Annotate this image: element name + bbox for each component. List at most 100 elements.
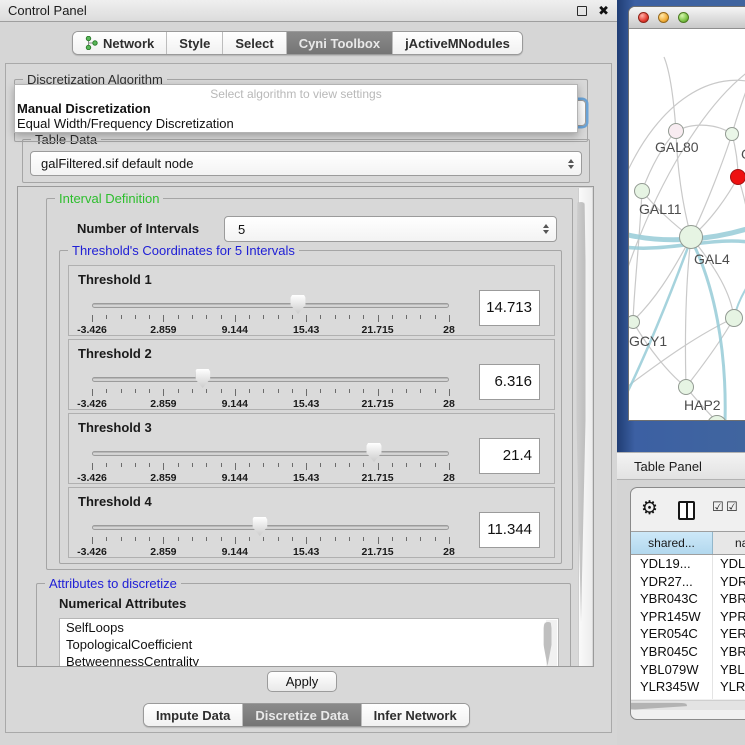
- cell-name: YIL0: [713, 696, 745, 699]
- close-traffic-light-icon[interactable]: [638, 12, 649, 23]
- float-icon[interactable]: [577, 6, 587, 16]
- mode-tab-infer-network[interactable]: Infer Network: [362, 704, 469, 726]
- tick-mark: [192, 463, 193, 467]
- tick-mark: [206, 315, 207, 319]
- cell-shared-name: YDL19...: [631, 555, 713, 573]
- settings-gear-icon[interactable]: ⚙: [641, 497, 658, 520]
- zoom-traffic-light-icon[interactable]: [678, 12, 689, 23]
- slider-thumb[interactable]: [367, 443, 382, 462]
- table-row[interactable]: YER054CYER0: [631, 625, 745, 643]
- attribute-list-item[interactable]: TopologicalCoefficient: [60, 636, 558, 653]
- slider-track[interactable]: [92, 377, 449, 382]
- mode-tab-discretize-data[interactable]: Discretize Data: [243, 704, 361, 726]
- tick-mark: [392, 537, 393, 541]
- network-node-ga[interactable]: [725, 127, 739, 141]
- tick-mark: [349, 463, 350, 467]
- tick-mark: [306, 463, 307, 470]
- split-column-icon[interactable]: [678, 501, 695, 520]
- table-rows: YDL19...YDL1YDR27...YDR2YBR043CYBR0YPR14…: [631, 555, 745, 699]
- tick-mark: [392, 389, 393, 393]
- apply-button[interactable]: Apply: [267, 671, 337, 692]
- threshold-slider[interactable]: -3.4262.8599.14415.4321.71528: [92, 294, 449, 336]
- slider-thumb[interactable]: [252, 517, 267, 536]
- tick-mark: [435, 389, 436, 393]
- dropdown-item-equal-width-frequency[interactable]: Equal Width/Frequency Discretization: [15, 116, 577, 131]
- minimize-traffic-light-icon[interactable]: [658, 12, 669, 23]
- tick-mark: [106, 389, 107, 393]
- number-of-intervals-select[interactable]: 5: [224, 216, 557, 242]
- attributes-scrollbar[interactable]: [546, 620, 557, 667]
- network-node-gal4[interactable]: [679, 225, 703, 249]
- column-header-shared-name[interactable]: shared...: [631, 532, 713, 554]
- checkbox-icon[interactable]: ☑: [712, 499, 724, 515]
- attributes-group: Attributes to discretize Numerical Attri…: [36, 583, 571, 667]
- slider-track[interactable]: [92, 451, 449, 456]
- attribute-list-item[interactable]: BetweennessCentrality: [60, 653, 558, 667]
- table-row[interactable]: YDL19...YDL1: [631, 555, 745, 573]
- node-label: GA: [741, 146, 745, 162]
- table-row[interactable]: YDR27...YDR2: [631, 573, 745, 591]
- column-header-name[interactable]: na: [713, 532, 745, 554]
- slider-track[interactable]: [92, 525, 449, 530]
- mode-tab-impute-data[interactable]: Impute Data: [144, 704, 243, 726]
- table-data-select[interactable]: galFiltered.sif default node: [30, 151, 582, 176]
- table-row[interactable]: YIL052CYIL0: [631, 696, 745, 699]
- tab-select[interactable]: Select: [223, 32, 286, 54]
- table-row[interactable]: YPR145WYPR1: [631, 608, 745, 626]
- threshold-slider[interactable]: -3.4262.8599.14415.4321.71528: [92, 368, 449, 410]
- table-row[interactable]: YLR345WYLR3: [631, 678, 745, 696]
- slider-thumb[interactable]: [195, 369, 210, 388]
- checkbox-icon[interactable]: ☑: [726, 499, 738, 515]
- network-node-gal11[interactable]: [634, 183, 650, 199]
- tick-mark: [406, 389, 407, 393]
- network-node-hap2[interactable]: [678, 379, 694, 395]
- tick-label: 2.859: [150, 324, 176, 336]
- threshold-label: Threshold 2: [78, 346, 152, 361]
- table-row[interactable]: YBL079WYBL0: [631, 661, 745, 679]
- threshold-value-field[interactable]: 14.713: [479, 290, 540, 326]
- tick-mark: [178, 537, 179, 541]
- tab-jactivemnodules[interactable]: jActiveMNodules: [393, 32, 522, 54]
- tick-mark: [306, 537, 307, 544]
- tab-style[interactable]: Style: [167, 32, 223, 54]
- cell-name: YDL1: [713, 555, 745, 573]
- tab-label: Style: [179, 36, 210, 51]
- tick-mark: [263, 389, 264, 393]
- slider-thumb[interactable]: [291, 295, 306, 314]
- tick-label: -3.426: [77, 472, 107, 484]
- dropdown-item-manual-discretization[interactable]: Manual Discretization: [15, 101, 577, 116]
- network-canvas[interactable]: GAL80GACGAL11GAL4GCY1HHAP2: [629, 29, 745, 421]
- numerical-attributes-label: Numerical Attributes: [59, 596, 186, 611]
- network-node-h[interactable]: [725, 309, 743, 327]
- table-row[interactable]: YBR043CYBR0: [631, 590, 745, 608]
- threshold-panel-2: Threshold 2 -3.4262.8599.14415.4321.71528…: [68, 339, 555, 410]
- table-horizontal-scrollbar[interactable]: [631, 700, 745, 710]
- tick-mark: [335, 463, 336, 467]
- threshold-value-field[interactable]: 11.344: [479, 512, 540, 548]
- threshold-slider[interactable]: -3.4262.8599.14415.4321.71528: [92, 516, 449, 558]
- threshold-value-field[interactable]: 21.4: [479, 438, 540, 474]
- settings-vertical-scrollbar[interactable]: [578, 188, 592, 667]
- tick-mark: [378, 389, 379, 396]
- tick-mark: [235, 463, 236, 470]
- attribute-list-item[interactable]: SelfLoops: [60, 619, 558, 636]
- tick-mark: [121, 463, 122, 467]
- tick-label: 2.859: [150, 472, 176, 484]
- slider-track[interactable]: [92, 303, 449, 308]
- numerical-attributes-list[interactable]: SelfLoopsTopologicalCoefficientBetweenne…: [59, 618, 559, 667]
- tick-mark: [349, 537, 350, 541]
- tick-mark: [149, 315, 150, 319]
- table-row[interactable]: YBR045CYBR0: [631, 643, 745, 661]
- close-icon[interactable]: ✖: [598, 6, 609, 16]
- network-node-gal80[interactable]: [668, 123, 684, 139]
- tick-label: 21.715: [362, 546, 394, 558]
- network-node-c[interactable]: [730, 169, 745, 185]
- cell-shared-name: YER054C: [631, 625, 713, 643]
- tab-cyni-toolbox[interactable]: Cyni Toolbox: [287, 32, 393, 54]
- threshold-slider[interactable]: -3.4262.8599.14415.4321.71528: [92, 442, 449, 484]
- tick-mark: [363, 463, 364, 467]
- tick-mark: [278, 537, 279, 541]
- tab-network[interactable]: Network: [73, 32, 167, 54]
- threshold-value-field[interactable]: 6.316: [479, 364, 540, 400]
- tick-mark: [320, 315, 321, 319]
